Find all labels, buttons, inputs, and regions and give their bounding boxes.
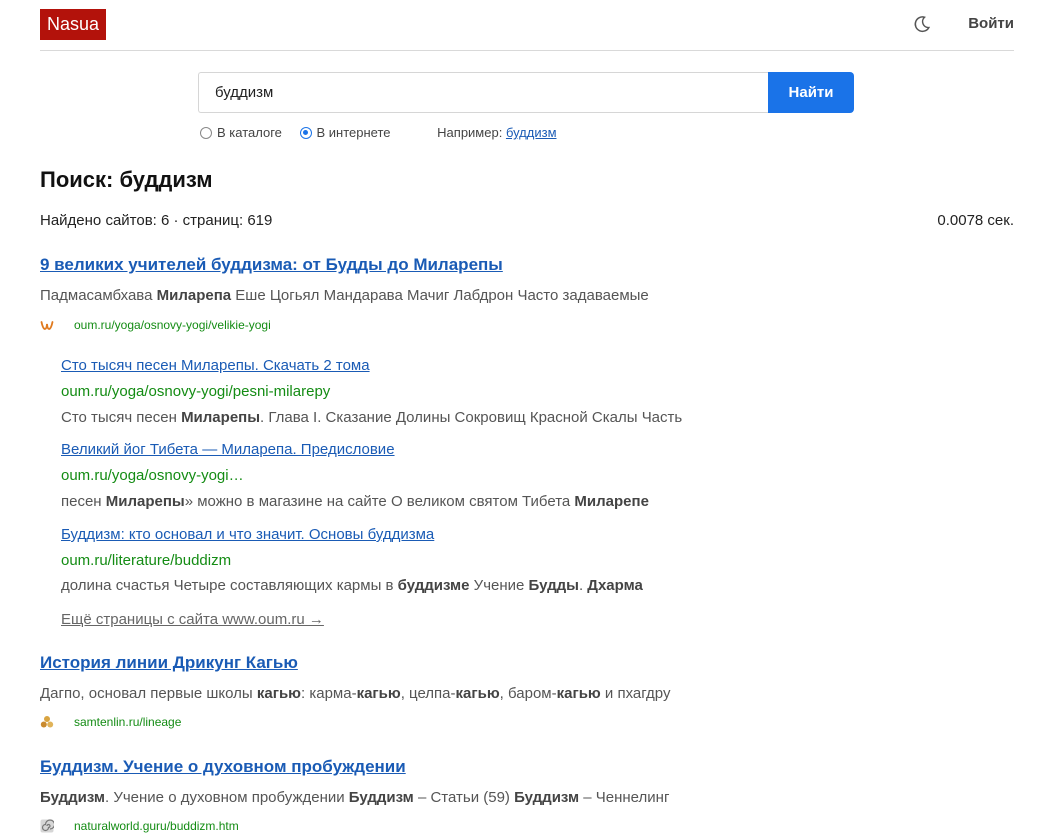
highlighted-term: Миларепы (181, 409, 261, 426)
subpage-url[interactable]: oum.ru/yoga/osnovy-yogi/pesni-milarepy (61, 383, 330, 400)
result-snippet: Падмасамбхава Миларепа Еше Цогьял Мандар… (40, 287, 649, 304)
snippet-text: долина счастья Четыре составляющих кармы… (61, 577, 398, 594)
search-input[interactable] (198, 72, 785, 113)
spiral-icon (40, 819, 54, 833)
result-url[interactable]: samtenlin.ru/lineage (74, 715, 181, 729)
result-snippet: Дагпо, основал первые школы кагью: карма… (40, 685, 670, 702)
highlighted-term: кагью (455, 685, 500, 702)
snippet-text: , целпа- (400, 685, 456, 702)
snippet-text: Дагпо, основал первые школы (40, 685, 257, 702)
search-button[interactable]: Найти (768, 72, 854, 113)
radio-web-label[interactable]: В интернете (317, 125, 391, 140)
highlighted-term: Дхарма (587, 577, 643, 594)
logo[interactable]: Nasua (40, 9, 107, 40)
moon-icon[interactable] (912, 14, 932, 34)
snippet-text: – Ченнелинг (579, 789, 670, 806)
example-hint: Например: буддизм (437, 125, 556, 140)
search-time: 0.0078 сек. (937, 212, 1014, 229)
highlighted-term: кагью (356, 685, 401, 702)
snippet-text: : карма- (301, 685, 357, 702)
login-button[interactable]: Войти (968, 15, 1014, 32)
subpage-snippet: Сто тысяч песен Миларепы. Глава I. Сказа… (61, 409, 682, 426)
highlighted-term: буддизме (397, 577, 470, 594)
highlighted-term: Миларепа (156, 287, 232, 304)
subpage-snippet: долина счастья Четыре составляющих кармы… (61, 577, 643, 594)
search-bar: Найти (198, 72, 854, 113)
snippet-text: – Статьи (59) (413, 789, 515, 806)
result-source: naturalworld.guru/buddizm.htm (40, 817, 239, 835)
result-snippet: Буддизм. Учение о духовном пробуждении Б… (40, 789, 669, 806)
result-url[interactable]: naturalworld.guru/buddizm.htm (74, 819, 239, 833)
result-title[interactable]: История линии Дрикунг Кагью (40, 653, 298, 673)
snippet-text: и пхагдру (600, 685, 671, 702)
radio-catalog[interactable] (200, 126, 212, 139)
subpage-url[interactable]: oum.ru/literature/buddizm (61, 552, 231, 569)
oum-logo-icon (40, 320, 54, 330)
snippet-text: Сто тысяч песен (61, 409, 182, 426)
subpage-title[interactable]: Буддизм: кто основал и что значит. Основ… (61, 526, 434, 543)
highlighted-term: Буддизм (348, 789, 414, 806)
subpage-url[interactable]: oum.ru/yoga/osnovy-yogi… (61, 467, 244, 484)
more-pages-link[interactable]: Ещё страницы с сайта www.oum.ru → (61, 611, 324, 628)
example-prefix: Например: (437, 125, 503, 141)
top-header: Nasua Войти (40, 8, 1014, 51)
snippet-text: . Глава I. Сказание Долины Сокровищ Крас… (260, 409, 683, 426)
example-link[interactable]: буддизм (506, 125, 557, 140)
subpage-snippet: песен Миларепы» можно в магазине на сайт… (61, 493, 649, 510)
radio-catalog-label[interactable]: В каталоге (217, 125, 282, 140)
subpage-title[interactable]: Великий йог Тибета — Миларепа. Предислов… (61, 441, 395, 458)
highlighted-term: Миларепе (574, 493, 649, 510)
snippet-text: Учение (469, 577, 529, 594)
highlighted-term: Будды (528, 577, 579, 594)
snippet-text: » можно в магазине на сайте О великом св… (184, 493, 575, 510)
highlighted-term: кагью (556, 685, 601, 702)
highlighted-term: Миларепы (105, 493, 185, 510)
search-scope-options: В каталоге В интернете Например: буддизм (200, 124, 557, 142)
page-title: Поиск: буддизм (40, 167, 213, 192)
snippet-text: Еше Цогьял Мандарава Мачиг Лабдрон Часто… (231, 287, 649, 304)
result-title[interactable]: Буддизм. Учение о духовном пробуждении (40, 757, 406, 777)
snippet-text: Падмасамбхава (40, 287, 157, 304)
subpage-title[interactable]: Сто тысяч песен Миларепы. Скачать 2 тома (61, 357, 370, 374)
result-url[interactable]: oum.ru/yoga/osnovy-yogi/velikie-yogi (74, 318, 271, 332)
results-stats: Найдено сайтов: 6 · страниц: 619 (40, 212, 273, 229)
snippet-text: , баром- (499, 685, 557, 702)
triple-jewel-icon (40, 715, 54, 728)
result-source: oum.ru/yoga/osnovy-yogi/velikie-yogi (40, 316, 271, 334)
result-source: samtenlin.ru/lineage (40, 713, 181, 731)
highlighted-term: Буддизм (40, 789, 105, 806)
highlighted-term: Буддизм (514, 789, 580, 806)
snippet-text: песен (61, 493, 106, 510)
result-title[interactable]: 9 великих учителей буддизма: от Будды до… (40, 255, 503, 275)
highlighted-term: кагью (256, 685, 301, 702)
radio-web[interactable] (299, 126, 312, 139)
snippet-text: . Учение о духовном пробуждении (105, 789, 349, 806)
